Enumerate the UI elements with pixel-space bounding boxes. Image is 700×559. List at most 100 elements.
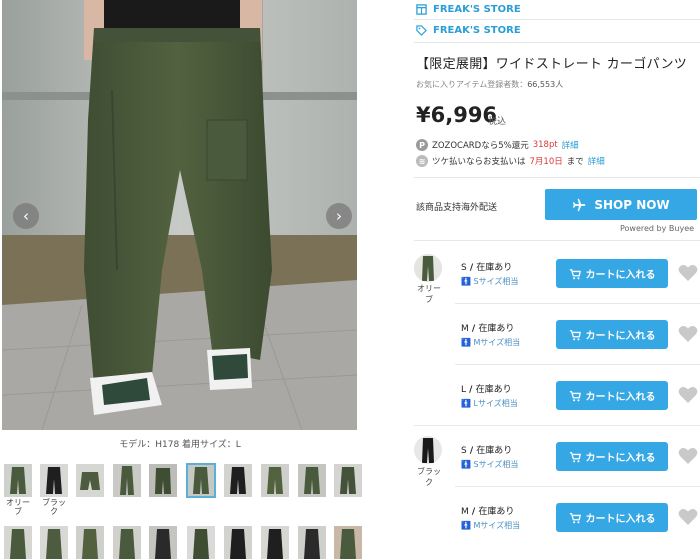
deferred-pay-icon: ≋ <box>416 155 428 167</box>
size-fit-text: Sサイズ相当 <box>473 277 519 286</box>
thumbnail[interactable] <box>40 526 68 559</box>
zozocard-points: 318pt <box>532 140 558 150</box>
divider <box>414 177 700 178</box>
thumbnail[interactable] <box>4 464 32 497</box>
main-product-photo[interactable]: ‹ › <box>2 0 357 430</box>
favorite-heart-icon[interactable] <box>678 508 698 526</box>
stock-status: 在庫あり <box>478 507 515 517</box>
tsuke-text: ツケ払いならお支払いは <box>432 157 526 167</box>
add-to-cart-label: カートに入れる <box>585 453 656 464</box>
tsuke-detail-link[interactable]: 詳細 <box>588 155 605 167</box>
thumbnail[interactable] <box>40 464 68 497</box>
favorite-count-row: お気に入りアイテム登録者数：66,553人 <box>416 79 563 90</box>
tsuke-date: 7月10日 <box>529 157 563 167</box>
shop-now-label: SHOP NOW <box>594 197 670 212</box>
size-fit-text: Mサイズ相当 <box>473 521 521 530</box>
divider <box>455 303 700 304</box>
points-icon: P <box>416 139 428 151</box>
zozocard-promo: P ZOZOCARDなら5%還元 318pt 詳細 <box>416 139 579 151</box>
size-label: L / 在庫あり <box>461 385 512 395</box>
cart-icon <box>569 268 581 279</box>
stock-status: 在庫あり <box>478 324 515 334</box>
thumbnail[interactable] <box>261 526 289 559</box>
chevron-left-icon: ‹ <box>23 207 29 225</box>
tax-label: 税込 <box>488 117 507 127</box>
size-fit: 🚹 Mサイズ相当 <box>461 338 521 347</box>
thumbnail-row <box>0 526 362 559</box>
cart-icon <box>569 512 581 523</box>
size-name: L <box>461 385 467 395</box>
size-fit: 🚹 Lサイズ相当 <box>461 399 518 408</box>
tsuke-text-post: まで <box>566 157 584 167</box>
divider <box>414 425 700 426</box>
zozocard-text: ZOZOCARDなら5%還元 <box>432 141 529 151</box>
size-fit-text: Mサイズ相当 <box>473 338 521 347</box>
thumbnail[interactable] <box>224 526 252 559</box>
color-swatch-black <box>414 436 442 464</box>
thumbnail[interactable] <box>298 526 326 559</box>
size-label: M / 在庫あり <box>461 324 515 334</box>
thumbnail[interactable] <box>187 526 215 559</box>
thumbnail[interactable] <box>334 464 362 497</box>
cart-icon <box>569 390 581 401</box>
divider <box>414 240 700 241</box>
thumbnail[interactable] <box>113 526 141 559</box>
color-label: オリーブ <box>417 284 441 304</box>
thumbnail[interactable] <box>298 464 326 497</box>
favorite-heart-icon[interactable] <box>678 447 698 465</box>
size-name: M <box>461 507 469 517</box>
favorite-count: 66,553人 <box>527 80 564 89</box>
product-photo-image <box>2 0 357 430</box>
favorite-count-label: お気に入りアイテム登録者数： <box>416 80 528 89</box>
favorite-heart-icon[interactable] <box>678 386 698 404</box>
add-to-cart-button[interactable]: カートに入れる <box>556 259 668 288</box>
add-to-cart-label: カートに入れる <box>585 270 656 281</box>
product-title: 【限定展開】ワイドストレート カーゴパンツ <box>416 57 688 72</box>
thumbnail[interactable] <box>4 526 32 559</box>
brand-store-link[interactable]: FREAK'S STORE <box>416 4 521 15</box>
favorite-heart-icon[interactable] <box>678 264 698 282</box>
thumbnail[interactable] <box>76 526 104 559</box>
color-swatch-olive <box>414 254 442 282</box>
color-label: ブラック <box>417 467 441 487</box>
size-fit: 🚹 Sサイズ相当 <box>461 460 519 469</box>
powered-by-buyee: Powered by Buyee <box>620 224 695 233</box>
store-icon <box>416 4 427 15</box>
size-label: M / 在庫あり <box>461 507 515 517</box>
thumbnail[interactable] <box>149 526 177 559</box>
price: ¥6,996 <box>416 103 498 127</box>
thumbnail-selected[interactable] <box>186 463 216 498</box>
brand-tag-link[interactable]: FREAK'S STORE <box>416 25 521 36</box>
stock-status: 在庫あり <box>476 446 513 456</box>
size-label: S / 在庫あり <box>461 446 513 456</box>
carousel-prev-button[interactable]: ‹ <box>13 203 39 229</box>
tag-icon <box>416 25 427 36</box>
add-to-cart-button[interactable]: カートに入れる <box>556 320 668 349</box>
chevron-right-icon: › <box>336 207 342 225</box>
thumbnail[interactable] <box>113 464 141 497</box>
size-fit-text: Lサイズ相当 <box>473 399 518 408</box>
size-fit: 🚹 Mサイズ相当 <box>461 521 521 530</box>
thumbnail[interactable] <box>334 526 362 559</box>
size-name: S <box>461 263 467 273</box>
shop-now-button[interactable]: SHOP NOW <box>545 189 697 220</box>
add-to-cart-button[interactable]: カートに入れる <box>556 381 668 410</box>
size-fit-text: Sサイズ相当 <box>473 460 519 469</box>
add-to-cart-label: カートに入れる <box>585 392 656 403</box>
thumbnail[interactable] <box>76 464 104 497</box>
add-to-cart-button[interactable]: カートに入れる <box>556 442 668 471</box>
cart-icon <box>569 451 581 462</box>
add-to-cart-button[interactable]: カートに入れる <box>556 503 668 532</box>
carousel-next-button[interactable]: › <box>326 203 352 229</box>
zozocard-detail-link[interactable]: 詳細 <box>562 139 579 151</box>
stock-status: 在庫あり <box>475 385 512 395</box>
thumbnail[interactable] <box>149 464 177 497</box>
favorite-heart-icon[interactable] <box>678 325 698 343</box>
thumbnail[interactable] <box>261 464 289 497</box>
size-name: S <box>461 446 467 456</box>
size-fit: 🚹 Sサイズ相当 <box>461 277 519 286</box>
size-name: M <box>461 324 469 334</box>
brand-store-label: FREAK'S STORE <box>433 4 521 15</box>
thumbnail-label-olive: オリーブ <box>6 498 30 516</box>
thumbnail[interactable] <box>224 464 252 497</box>
